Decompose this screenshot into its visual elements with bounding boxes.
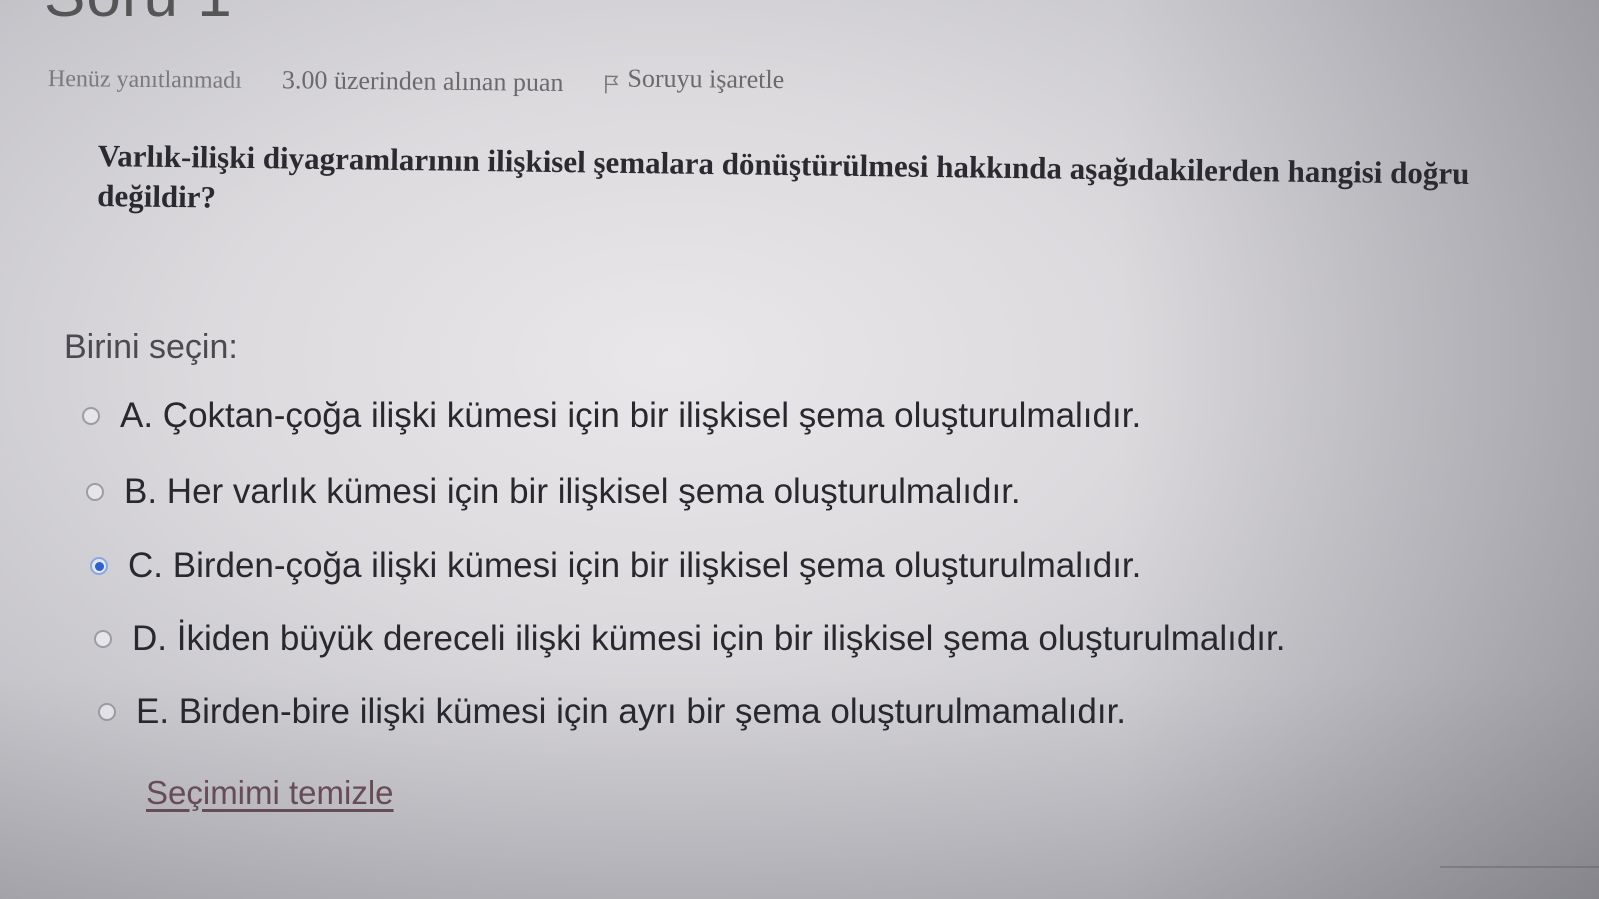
- question-number-heading: Soru 1: [44, 0, 233, 31]
- answer-option-e-label: E. Birden-bire ilişki kümesi için ayrı b…: [136, 692, 1127, 731]
- answer-option-b[interactable]: B. Her varlık kümesi için bir ilişkisel …: [86, 472, 1021, 512]
- choose-one-prompt: Birini seçin:: [64, 328, 238, 366]
- flag-icon: [603, 71, 619, 94]
- answer-option-a[interactable]: A. Çoktan-çoğa ilişki kümesi için bir il…: [82, 396, 1141, 436]
- answer-option-d-label: D. İkiden büyük dereceli ilişki kümesi i…: [132, 619, 1286, 658]
- divider: [1440, 866, 1599, 868]
- flag-question-label: Soruyu işaretle: [627, 63, 785, 95]
- radio-b[interactable]: [86, 483, 104, 501]
- question-info-row: Henüz yanıtlanmadı 3.00 üzerinden alınan…: [47, 58, 784, 100]
- answer-option-e[interactable]: E. Birden-bire ilişki kümesi için ayrı b…: [98, 692, 1126, 732]
- answer-option-c[interactable]: C. Birden-çoğa ilişki kümesi için bir il…: [90, 546, 1141, 586]
- clear-selection-link[interactable]: Seçimimi temizle: [146, 774, 394, 812]
- radio-c-selected[interactable]: [90, 557, 108, 575]
- answer-option-c-label: C. Birden-çoğa ilişki kümesi için bir il…: [128, 546, 1142, 585]
- flag-question-link[interactable]: Soruyu işaretle: [603, 63, 784, 95]
- question-points: 3.00 üzerinden alınan puan: [281, 65, 564, 97]
- radio-d[interactable]: [94, 630, 112, 648]
- question-text: Varlık-ilişki diyagramlarının ilişkisel …: [96, 137, 1470, 215]
- radio-a[interactable]: [82, 407, 100, 425]
- answer-status: Henüz yanıtlanmadı: [47, 66, 243, 94]
- answer-option-b-label: B. Her varlık kümesi için bir ilişkisel …: [124, 472, 1021, 511]
- answer-option-a-label: A. Çoktan-çoğa ilişki kümesi için bir il…: [120, 396, 1142, 435]
- answer-option-d[interactable]: D. İkiden büyük dereceli ilişki kümesi i…: [94, 619, 1285, 659]
- photo-vignette: [0, 0, 1599, 899]
- radio-e[interactable]: [98, 703, 116, 721]
